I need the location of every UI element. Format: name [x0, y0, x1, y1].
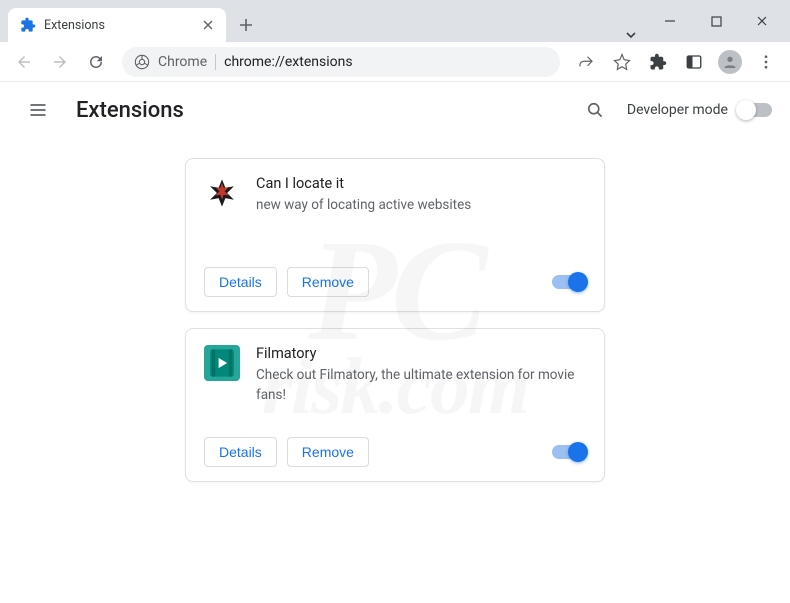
hamburger-menu-button[interactable] [18, 90, 58, 130]
new-tab-button[interactable] [232, 11, 260, 39]
tab-search-button[interactable] [614, 28, 648, 42]
extension-description: Check out Filmatory, the ultimate extens… [256, 366, 586, 405]
extension-name: Filmatory [256, 345, 586, 362]
developer-mode-label: Developer mode [627, 102, 728, 118]
tab-title: Extensions [44, 18, 105, 33]
maximize-button[interactable] [694, 6, 738, 36]
toggle-off-icon[interactable] [738, 103, 772, 117]
extension-description: new way of locating active websites [256, 196, 586, 216]
sidepanel-button[interactable] [678, 46, 710, 78]
extension-app-icon [204, 345, 240, 381]
enable-toggle[interactable] [552, 275, 586, 289]
omnibox-scheme: Chrome [158, 54, 207, 70]
forward-button[interactable] [44, 46, 76, 78]
enable-toggle[interactable] [552, 445, 586, 459]
details-button[interactable]: Details [204, 267, 277, 297]
extension-card: Filmatory Check out Filmatory, the ultim… [185, 328, 605, 482]
reload-button[interactable] [80, 46, 112, 78]
profile-button[interactable] [714, 46, 746, 78]
bookmark-button[interactable] [606, 46, 638, 78]
search-extensions-button[interactable] [579, 94, 611, 126]
address-bar[interactable]: Chrome chrome://extensions [122, 47, 560, 77]
chrome-icon [134, 54, 150, 70]
extensions-list: Can I locate it new way of locating acti… [0, 138, 790, 482]
share-button[interactable] [570, 46, 602, 78]
remove-button[interactable]: Remove [287, 437, 369, 467]
developer-mode-toggle[interactable]: Developer mode [627, 102, 772, 118]
window-titlebar: Extensions [0, 0, 790, 42]
browser-tab[interactable]: Extensions [8, 8, 226, 42]
page-header: Extensions Developer mode [0, 82, 790, 138]
remove-button[interactable]: Remove [287, 267, 369, 297]
window-controls [648, 0, 790, 42]
extension-card: Can I locate it new way of locating acti… [185, 158, 605, 312]
extension-puzzle-icon [20, 17, 36, 33]
back-button[interactable] [8, 46, 40, 78]
avatar-icon [718, 50, 742, 74]
tab-strip: Extensions [0, 8, 614, 42]
details-button[interactable]: Details [204, 437, 277, 467]
extensions-button[interactable] [642, 46, 674, 78]
omnibox-url: chrome://extensions [224, 54, 352, 70]
page-title: Extensions [76, 98, 184, 123]
kebab-menu-button[interactable] [750, 46, 782, 78]
minimize-button[interactable] [648, 6, 692, 36]
browser-toolbar: Chrome chrome://extensions [0, 42, 790, 82]
close-tab-icon[interactable] [200, 17, 216, 33]
extension-app-icon [204, 175, 240, 211]
omnibox-divider [215, 54, 216, 70]
close-window-button[interactable] [740, 6, 784, 36]
extension-name: Can I locate it [256, 175, 586, 192]
